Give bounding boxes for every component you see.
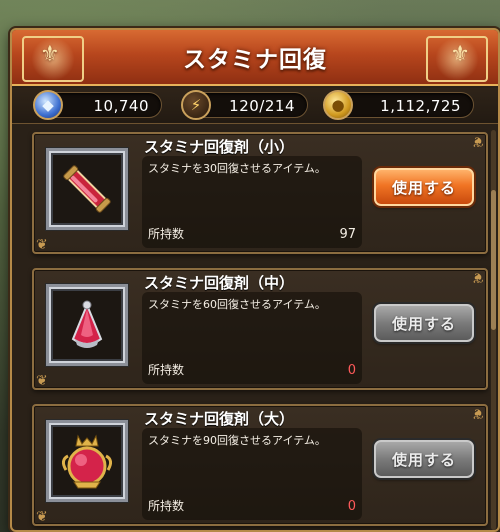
owned-label: 所持数 <box>148 363 185 377</box>
item-list[interactable]: スタミナ回復剤（小） スタミナを30回復させるアイテム。 所持数 97 使用する… <box>16 126 490 530</box>
owned-count: 0 <box>347 363 356 378</box>
list-scrollbar[interactable] <box>491 130 496 530</box>
item-description: スタミナを30回復させるアイテム。 <box>148 162 326 175</box>
fleur-ornament-icon: ⚜ <box>40 42 60 67</box>
gold-counter: ● 1,112,725 <box>323 90 474 120</box>
scrollbar-thumb[interactable] <box>491 190 496 330</box>
medium-stamina-potion-icon <box>71 300 103 348</box>
owned-count: 0 <box>347 499 356 514</box>
small-stamina-vial-icon <box>63 165 111 213</box>
owned-count: 97 <box>339 227 356 242</box>
gold-count: 1,112,725 <box>380 97 461 115</box>
large-stamina-flask-icon <box>61 434 113 489</box>
item-name: スタミナ回復剤（中） <box>144 274 295 292</box>
item-description-box: スタミナを90回復させるアイテム。 所持数 0 <box>142 428 362 520</box>
item-card-medium: スタミナ回復剤（中） スタミナを60回復させるアイテム。 所持数 0 使用する <box>32 268 488 390</box>
use-button[interactable]: 使用する <box>374 440 474 478</box>
item-name: スタミナ回復剤（大） <box>144 410 295 428</box>
fleur-ornament-icon: ⚜ <box>450 42 470 67</box>
item-description-box: スタミナを60回復させるアイテム。 所持数 0 <box>142 292 362 384</box>
gem-counter: ◆ 10,740 <box>33 90 162 120</box>
use-button[interactable]: 使用する <box>374 168 474 206</box>
item-icon-frame <box>45 147 129 231</box>
item-description: スタミナを60回復させるアイテム。 <box>148 298 326 311</box>
stamina-recovery-dialog: ⚜ スタミナ回復 ⚜ ◆ 10,740 ⚡ 120/214 ● 1,112,72… <box>10 28 500 532</box>
item-card-large: スタミナ回復剤（大） スタミナを90回復させるアイテム。 所持数 0 使用する <box>32 404 488 526</box>
item-icon-frame <box>45 283 129 367</box>
use-button[interactable]: 使用する <box>374 304 474 342</box>
item-icon-frame <box>45 419 129 503</box>
item-description-box: スタミナを30回復させるアイテム。 所持数 97 <box>142 156 362 248</box>
stamina-counter: ⚡ 120/214 <box>181 90 308 120</box>
diamond-icon: ◆ <box>33 90 63 120</box>
stamina-count: 120/214 <box>229 97 295 115</box>
dialog-title-bar: ⚜ スタミナ回復 ⚜ <box>12 30 498 86</box>
lightning-bolt-icon: ⚡ <box>181 90 211 120</box>
dialog-title: スタミナ回復 <box>183 47 327 73</box>
resource-bar: ◆ 10,740 ⚡ 120/214 ● 1,112,725 <box>12 88 498 124</box>
gem-count: 10,740 <box>93 97 149 115</box>
gold-coin-icon: ● <box>323 90 353 120</box>
owned-label: 所持数 <box>148 227 185 241</box>
item-card-small: スタミナ回復剤（小） スタミナを30回復させるアイテム。 所持数 97 使用する <box>32 132 488 254</box>
owned-label: 所持数 <box>148 499 185 513</box>
item-name: スタミナ回復剤（小） <box>144 138 295 156</box>
item-description: スタミナを90回復させるアイテム。 <box>148 434 326 447</box>
